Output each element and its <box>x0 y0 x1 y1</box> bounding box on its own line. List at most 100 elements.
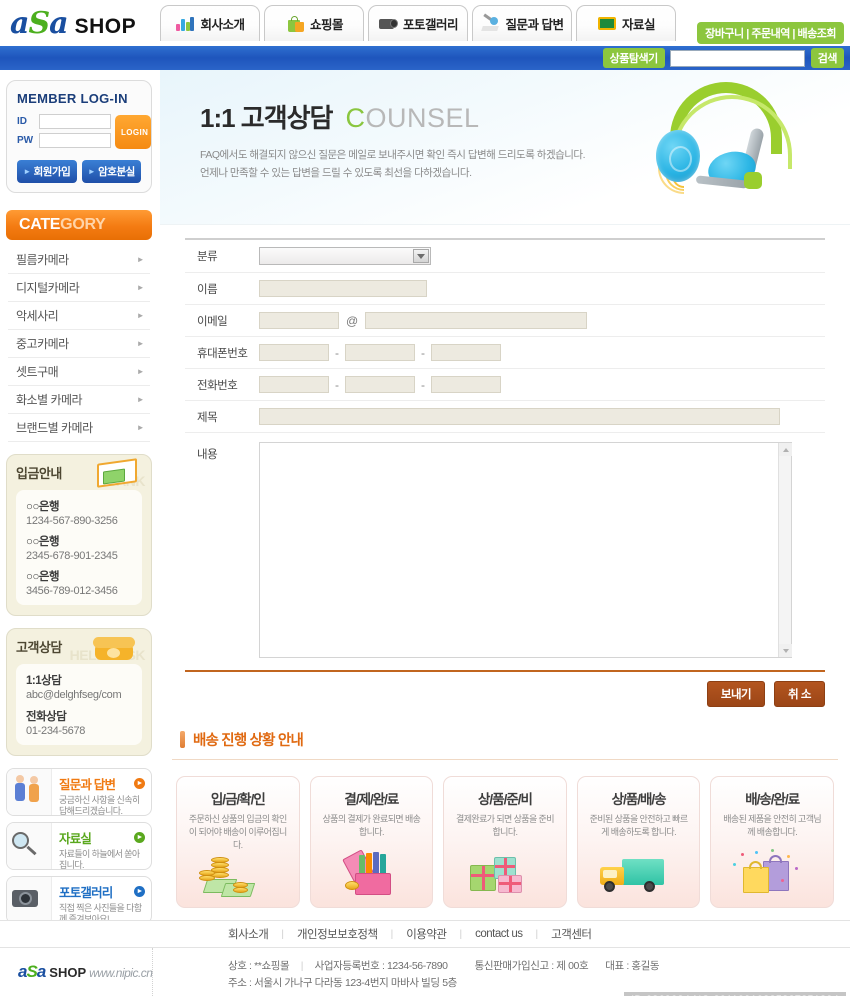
bank-name: ○○은행 <box>26 536 60 548</box>
promo-banner-photo-gallery[interactable]: 포토갤러리 ► 직접 찍은 사진들을 다함께 즐겨보아요! <box>6 876 152 924</box>
category-item-film-camera[interactable]: 필름카메라 ► <box>8 246 150 274</box>
page-description: FAQ에서도 해결되지 않으신 질문은 메일로 보내주시면 확인 즉시 답변해 … <box>200 147 586 183</box>
find-password-button[interactable]: ► 암호분실 <box>81 160 141 183</box>
category-item-set-purchase[interactable]: 셋트구매 ► <box>8 358 150 386</box>
submit-button[interactable]: 보내기 <box>706 681 766 707</box>
section-marker-icon <box>180 731 185 748</box>
category-header: CATE GORY <box>6 210 152 240</box>
gift-boxes-icon <box>444 849 566 901</box>
chevron-right-icon: ► <box>136 311 145 320</box>
name-input[interactable] <box>259 280 427 297</box>
search-button[interactable]: 검색 <box>810 48 844 68</box>
phone-part2-input[interactable] <box>345 376 415 393</box>
footer-link-customer-center[interactable]: 고객센터 <box>551 926 592 942</box>
login-pw-input[interactable] <box>39 133 111 148</box>
nav-tab-label: 질문과 답변 <box>505 18 564 32</box>
pen-note-icon <box>480 13 501 32</box>
bank-info-card: 입금안내 BANK ○○은행 1234-567-890-3256 ○○은행 23… <box>6 454 152 616</box>
category-item-label: 디지털카메라 <box>16 281 80 295</box>
scroll-up-icon[interactable] <box>779 443 792 456</box>
footer-separator: | <box>535 928 539 940</box>
email-domain-input[interactable] <box>365 312 588 329</box>
page-body: MEMBER LOG-IN ID PW LOGIN ► 회원가입 ► 암호분실 … <box>0 70 850 978</box>
join-member-button[interactable]: ► 회원가입 <box>17 160 77 183</box>
nav-tab-data-room[interactable]: 자료실 <box>576 5 676 41</box>
nav-tab-shop[interactable]: 쇼핑몰 <box>264 5 364 41</box>
search-input[interactable] <box>669 49 805 67</box>
form-label-category: 분류 <box>197 251 218 263</box>
textarea-scrollbar[interactable] <box>778 443 792 657</box>
category-item-used-camera[interactable]: 중고카메라 ► <box>8 330 150 358</box>
delivery-step-title: 상/품/배/송 <box>611 792 667 807</box>
product-finder-button[interactable]: 상품탐색기 <box>602 48 665 68</box>
footer-link-company[interactable]: 회사소개 <box>228 926 269 942</box>
mobile-part3-input[interactable] <box>431 344 501 361</box>
delivery-step-desc: 상품의 결제가 완료되면 배송합니다. <box>322 814 421 838</box>
nav-tab-qna[interactable]: 질문과 답변 <box>472 5 572 41</box>
footer-biznum: 사업자등록번호 : 1234-56-7890 <box>314 960 448 972</box>
category-item-digital-camera[interactable]: 디지털카메라 ► <box>8 274 150 302</box>
logo-letter-a2: a <box>49 6 68 41</box>
page-root: aSa SHOP 회사소개 쇼핑몰 포토갤러리 질문과 답변 자료실 장바구니 … <box>0 0 850 996</box>
headset-illustration-icon <box>648 78 808 203</box>
site-logo[interactable]: aSa SHOP <box>10 6 136 41</box>
login-button[interactable]: LOGIN <box>115 115 151 149</box>
footer-navigation: 회사소개 | 개인정보보호정책 | 이용약관 | contact us | 고객… <box>0 920 850 948</box>
scroll-down-icon[interactable] <box>779 644 792 657</box>
mobile-part1-input[interactable] <box>259 344 329 361</box>
category-item-by-pixel[interactable]: 화소별 카메라 ► <box>8 386 150 414</box>
customer-service-card: 고객상담 HELP DESK 1:1상담 abc@delghfseg/com 전… <box>6 628 152 756</box>
form-label-email: 이메일 <box>197 315 228 328</box>
category-title-part1: CATE <box>19 216 61 233</box>
footer-separator: | <box>281 928 284 940</box>
footer-link-privacy[interactable]: 개인정보보호정책 <box>297 926 378 942</box>
login-id-input[interactable] <box>39 114 111 129</box>
go-arrow-icon: ► <box>134 832 145 843</box>
promo-banner-qna[interactable]: 질문과 답변 ► 궁금하신 사항을 신속히 답해드리겠습니다. <box>6 768 152 816</box>
subject-input[interactable] <box>259 408 780 425</box>
bank-account-number: 1234-567-890-3256 <box>26 515 118 527</box>
mobile-part2-input[interactable] <box>345 344 415 361</box>
delivery-step-card: 결/제/완/료 상품의 결제가 완료되면 배송합니다. <box>309 776 434 908</box>
cs-item-label: 전화상담 <box>26 711 67 723</box>
chevron-right-icon: ► <box>136 395 145 404</box>
nav-tab-label: 회사소개 <box>200 18 245 32</box>
at-sign-label: @ <box>346 313 359 328</box>
footer-link-terms[interactable]: 이용약관 <box>406 926 447 942</box>
magnifier-icon <box>7 823 52 869</box>
search-bar: 상품탐색기 검색 <box>0 46 850 70</box>
footer-body: aSa SHOP www.nipic.cn 상호 : **쇼핑몰 | 사업자등록… <box>0 948 850 996</box>
category-item-label: 악세사리 <box>16 309 59 323</box>
watermark-id-badge: ID:6269024 NO:20110910225327251394 <box>624 992 846 996</box>
footer-separator: | <box>390 928 394 940</box>
page-description-line2: 언제나 만족할 수 있는 답변을 드릴 수 있도록 최선을 다하겠습니다. <box>200 166 472 179</box>
chevron-down-icon <box>413 249 429 263</box>
content-textarea[interactable] <box>259 442 792 658</box>
promo-banner-data-room[interactable]: 자료실 ► 자료들이 하늘에서 쏟아집니다. <box>6 822 152 870</box>
delivery-status-section: 배송 진행 상황 안내 입/금/확/인 주문하신 상품의 입금의 확인이 되어야… <box>172 729 838 908</box>
category-item-by-brand[interactable]: 브랜드별 카메라 ► <box>8 414 150 442</box>
form-label-phone: 전화번호 <box>197 379 238 392</box>
member-login-box: MEMBER LOG-IN ID PW LOGIN ► 회원가입 ► 암호분실 <box>6 80 152 193</box>
phone-part1-input[interactable] <box>259 376 329 393</box>
category-item-accessory[interactable]: 악세사리 ► <box>8 302 150 330</box>
footer-logo-shop: SHOP <box>49 965 87 980</box>
footer-link-contact[interactable]: contact us <box>475 928 523 940</box>
delivery-step-card: 입/금/확/인 주문하신 상품의 입금의 확인이 되어야 배송이 이루어집니다. <box>176 776 300 908</box>
delivery-step-desc: 배송된 제품을 안전히 고객님께 배송합니다. <box>723 814 822 838</box>
category-item-label: 셋트구매 <box>16 365 59 379</box>
phone-part3-input[interactable] <box>431 376 501 393</box>
cancel-button[interactable]: 취 소 <box>774 681 825 707</box>
form-row-name: 이름 <box>185 273 825 305</box>
category-select[interactable] <box>259 247 431 265</box>
email-local-input[interactable] <box>259 312 339 329</box>
nav-tab-photo-gallery[interactable]: 포토갤러리 <box>368 5 468 41</box>
quick-links[interactable]: 장바구니 | 주문내역 | 배송조회 <box>697 22 844 44</box>
form-label-mobile: 휴대폰번호 <box>197 347 248 360</box>
main-navigation: 회사소개 쇼핑몰 포토갤러리 질문과 답변 자료실 <box>160 5 676 41</box>
page-description-line1: FAQ에서도 해결되지 않으신 질문은 메일로 보내주시면 확인 즉시 답변해 … <box>200 149 586 161</box>
camera-icon <box>378 15 398 32</box>
nav-tab-company[interactable]: 회사소개 <box>160 5 260 41</box>
bar-chart-icon <box>175 15 195 32</box>
chevron-right-icon: ► <box>136 339 145 348</box>
